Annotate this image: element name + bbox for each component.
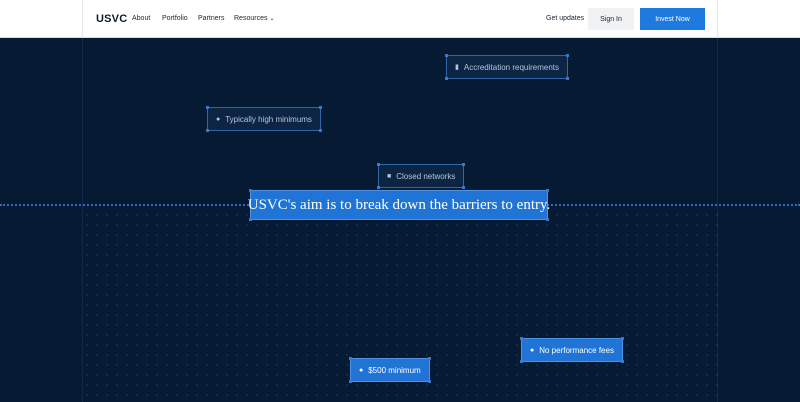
- lock-icon: ■: [387, 172, 392, 180]
- money-bag-icon: ●: [216, 115, 221, 123]
- sign-in-button[interactable]: Sign In: [588, 8, 634, 30]
- nav-link-resources-label: Resources: [234, 15, 268, 22]
- chip-minimums: ● Typically high minimums: [206, 106, 322, 132]
- nav-link-about[interactable]: About: [132, 15, 150, 22]
- chip-500-minimum: ● $500 minimum: [349, 357, 431, 383]
- chip-minimums-label: Typically high minimums: [225, 114, 312, 124]
- nav-link-resources[interactable]: Resources ⌄: [234, 15, 275, 22]
- chip-500-minimum-label: $500 minimum: [368, 365, 421, 375]
- chip-accreditation-label: Accreditation requirements: [463, 62, 560, 72]
- chip-no-performance-fees-label: No performance fees: [539, 345, 614, 355]
- chevron-down-icon: ⌄: [269, 16, 275, 22]
- nav-container: USVC About Portfolio Partners Resources ⌄…: [82, 0, 718, 38]
- get-updates-link[interactable]: Get updates: [546, 15, 584, 22]
- dollar-icon: ●: [359, 366, 364, 374]
- nav-link-portfolio[interactable]: Portfolio: [162, 15, 188, 22]
- hero-headline-text: USVC's aim is to break down the barriers…: [247, 196, 551, 213]
- logo[interactable]: USVC: [96, 13, 127, 25]
- hero-headline: USVC's aim is to break down the barriers…: [247, 189, 551, 221]
- chip-closed-networks: ■ Closed networks: [377, 163, 466, 189]
- hero-section: ▮ Accreditation requirements ● Typically…: [0, 38, 800, 402]
- chip-accreditation: ▮ Accreditation requirements: [445, 54, 570, 80]
- chip-no-performance-fees: ● No performance fees: [520, 337, 624, 363]
- top-navigation: USVC About Portfolio Partners Resources ⌄…: [0, 0, 800, 38]
- document-icon: ▮: [455, 64, 459, 71]
- chip-closed-networks-label: Closed networks: [396, 171, 456, 181]
- money-bag-icon: ●: [530, 346, 535, 354]
- invest-now-button[interactable]: Invest Now: [640, 8, 705, 30]
- nav-link-partners[interactable]: Partners: [198, 15, 224, 22]
